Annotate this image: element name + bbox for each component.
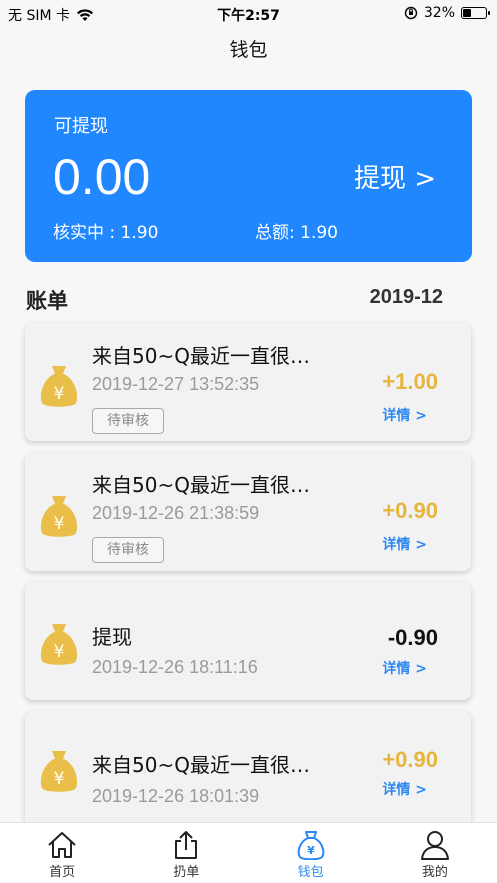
bill-title: 提现 <box>92 625 132 649</box>
tab-profile-label: 我的 <box>421 865 448 880</box>
bill-amount: +1.00 <box>382 369 438 394</box>
battery-icon <box>461 7 490 19</box>
bill-title: 来自50~Q最近一直很… <box>92 753 310 777</box>
bills-title: 账单 <box>26 289 68 313</box>
svg-text:¥: ¥ <box>54 384 65 404</box>
home-icon <box>48 832 76 858</box>
review-status-badge: 待审核 <box>92 408 164 434</box>
orientation-lock-icon <box>404 6 418 20</box>
wallet-icon: ¥ <box>297 831 324 860</box>
svg-text:¥: ¥ <box>54 769 65 789</box>
detail-link[interactable]: 详情 > <box>382 534 427 554</box>
money-bag-icon: ¥ <box>40 496 78 537</box>
bill-amount: -0.90 <box>387 625 438 650</box>
money-bag-icon: ¥ <box>40 366 78 407</box>
status-bar: 无 SIM 卡 下午2:57 32% <box>0 0 497 28</box>
battery-percent: 32% <box>423 5 455 21</box>
profile-icon <box>420 831 449 860</box>
bill-time: 2019-12-26 18:01:39 <box>92 786 260 806</box>
battery-fill <box>463 9 471 17</box>
tab-profile[interactable]: 我的 <box>373 823 497 883</box>
bill-time: 2019-12-26 21:38:59 <box>92 503 260 523</box>
svg-text:¥: ¥ <box>307 844 315 857</box>
tab-wallet[interactable]: ¥ 钱包 <box>249 823 373 883</box>
svg-text:¥: ¥ <box>54 514 65 534</box>
bill-card[interactable]: ¥ 提现 2019-12-26 18:11:16 -0.90 详情 > <box>25 582 471 700</box>
svg-text:¥: ¥ <box>54 642 65 662</box>
bill-title: 来自50~Q最近一直很… <box>92 473 310 497</box>
withdraw-button[interactable]: 提现 > <box>354 158 436 195</box>
total-amount: 总额: 1.90 <box>255 223 338 243</box>
withdrawable-amount: 0.00 <box>53 149 151 205</box>
detail-link[interactable]: 详情 > <box>382 658 427 678</box>
pending-amount: 核实中 : 1.90 <box>53 223 159 243</box>
status-right: 32% <box>404 5 490 21</box>
tab-post[interactable]: 扔单 <box>124 823 248 883</box>
tab-wallet-label: 钱包 <box>297 865 324 880</box>
detail-link[interactable]: 详情 > <box>382 405 427 425</box>
tab-home[interactable]: 首页 <box>0 823 124 883</box>
bill-amount: +0.90 <box>382 498 438 523</box>
balance-card: 可提现 0.00 提现 > 核实中 : 1.90 总额: 1.90 <box>25 90 472 262</box>
review-status-badge: 待审核 <box>92 537 164 563</box>
money-bag-icon: ¥ <box>40 624 78 665</box>
bill-card[interactable]: ¥ 来自50~Q最近一直很… 2019-12-26 18:01:39 +0.90… <box>25 711 471 829</box>
share-icon <box>175 831 198 859</box>
bills-month-picker[interactable]: 2019-12 <box>370 286 443 309</box>
money-bag-icon: ¥ <box>40 751 78 792</box>
tab-home-label: 首页 <box>49 865 76 880</box>
tab-post-label: 扔单 <box>173 865 200 880</box>
detail-link[interactable]: 详情 > <box>382 779 427 799</box>
bill-time: 2019-12-26 18:11:16 <box>92 657 258 677</box>
nav-title: 钱包 <box>0 28 497 76</box>
bill-card[interactable]: ¥ 来自50~Q最近一直很… 2019-12-27 13:52:35 待审核 +… <box>25 323 471 441</box>
bill-time: 2019-12-27 13:52:35 <box>92 374 260 394</box>
withdrawable-label: 可提现 <box>54 116 108 137</box>
tab-bar: 首页 扔单 ¥ 钱包 我的 <box>0 822 497 883</box>
bill-card[interactable]: ¥ 来自50~Q最近一直很… 2019-12-26 21:38:59 待审核 +… <box>25 453 471 571</box>
bill-amount: +0.90 <box>382 747 438 772</box>
bill-title: 来自50~Q最近一直很… <box>92 344 310 368</box>
